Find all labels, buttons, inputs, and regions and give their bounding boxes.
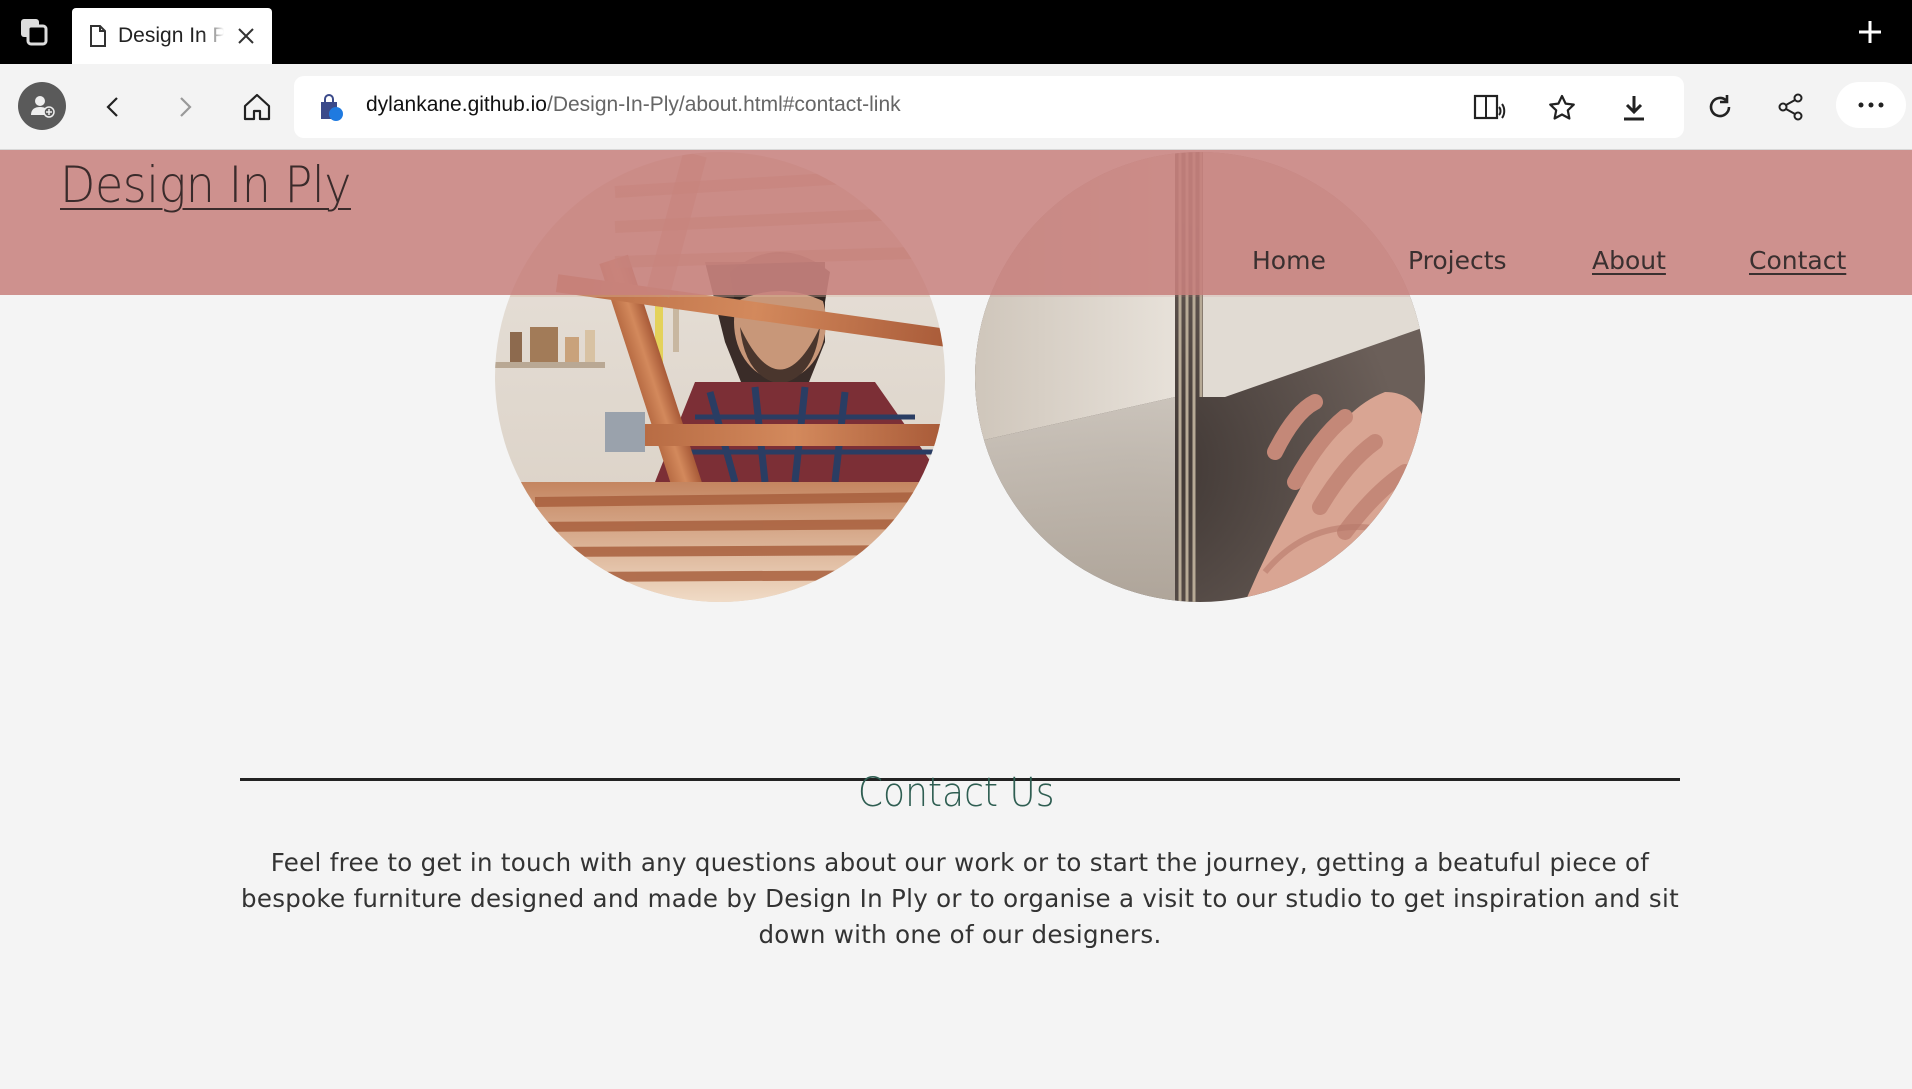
forward-icon[interactable] bbox=[162, 84, 208, 130]
nav-home[interactable]: Home bbox=[1252, 246, 1326, 275]
page-viewport: Design In Ply Home Projects About Contac… bbox=[0, 150, 1912, 1089]
nav-projects[interactable]: Projects bbox=[1408, 246, 1507, 275]
favorite-star-icon[interactable] bbox=[1540, 86, 1584, 130]
profile-icon[interactable] bbox=[18, 82, 66, 130]
more-options-icon[interactable] bbox=[1836, 82, 1906, 128]
nav-about[interactable]: About bbox=[1592, 246, 1666, 275]
url-text[interactable]: dylankane.github.io/Design-In-Ply/about.… bbox=[366, 93, 901, 117]
url-host: dylankane.github.io bbox=[366, 93, 547, 116]
close-tab-icon[interactable] bbox=[234, 24, 258, 48]
address-bar[interactable]: dylankane.github.io/Design-In-Ply/about.… bbox=[294, 76, 1684, 138]
contact-heading-text: Contact Us bbox=[857, 770, 1055, 816]
download-icon[interactable] bbox=[1612, 86, 1656, 130]
new-tab-icon[interactable] bbox=[1856, 18, 1884, 46]
site-logo[interactable]: Design In Ply bbox=[60, 156, 351, 214]
tab-title: Design In Ply bbox=[118, 24, 224, 47]
browser-tab[interactable]: Design In Ply bbox=[72, 8, 272, 64]
read-aloud-icon[interactable] bbox=[1468, 86, 1512, 130]
browser-toolbar: dylankane.github.io/Design-In-Ply/about.… bbox=[0, 64, 1912, 150]
contact-paragraph: Feel free to get in touch with any quest… bbox=[240, 848, 1680, 949]
back-icon[interactable] bbox=[90, 84, 136, 130]
page-icon bbox=[88, 24, 108, 48]
share-icon[interactable] bbox=[1768, 84, 1814, 130]
home-icon[interactable] bbox=[234, 84, 280, 130]
site-header: Design In Ply Home Projects About Contac… bbox=[0, 150, 1912, 295]
tab-actions-icon[interactable] bbox=[18, 16, 50, 48]
tab-strip: Design In Ply bbox=[0, 0, 1912, 64]
url-path: /Design-In-Ply/about.html#contact-link bbox=[546, 93, 901, 116]
refresh-icon[interactable] bbox=[1697, 84, 1743, 130]
shopping-bag-icon[interactable] bbox=[316, 93, 346, 123]
nav-contact[interactable]: Contact bbox=[1749, 246, 1846, 275]
